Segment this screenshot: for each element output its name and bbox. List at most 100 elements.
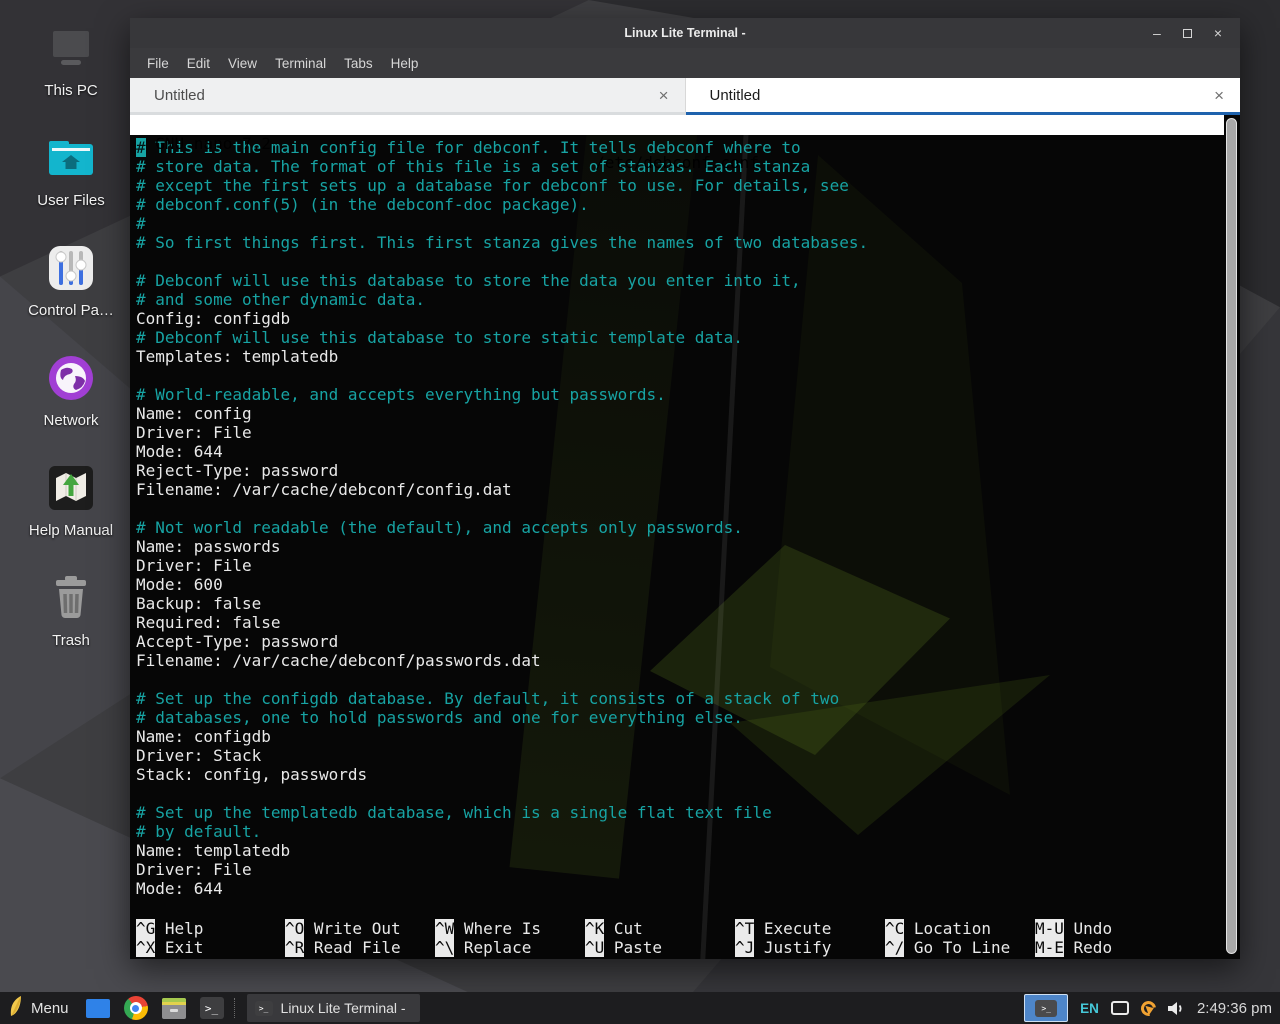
- menu-item-file[interactable]: File: [138, 48, 178, 78]
- task-button-linux-lite-terminal[interactable]: >_ Linux Lite Terminal -: [247, 994, 420, 1022]
- nano-titlebar: GNU nano 7.2 /etc/debconf.conf: [130, 115, 1224, 135]
- keyboard-layout-indicator[interactable]: EN: [1080, 1001, 1099, 1016]
- shortcut-key: ^U: [585, 938, 604, 957]
- terminal-line: [136, 499, 1214, 518]
- desktop-icon-list: This PC User Files Control Pa… Network H…: [10, 14, 132, 674]
- tab-close-icon[interactable]: ×: [1214, 87, 1224, 104]
- desktop-icon-help-manual[interactable]: Help Manual: [10, 454, 132, 564]
- terminal-line: Templates: templatedb: [136, 347, 1214, 366]
- shortcut-key: ^J: [735, 938, 754, 957]
- terminal-icon: >_: [200, 997, 224, 1019]
- shortcut-key: ^C: [885, 919, 904, 938]
- chrome-launcher[interactable]: [123, 995, 149, 1021]
- nano-shortcut: M-U Undo: [1035, 919, 1214, 938]
- folder-home-icon: [47, 132, 95, 184]
- linux-lite-feather-icon: [8, 995, 24, 1022]
- network-globe-icon: [47, 352, 95, 404]
- terminal-window: Linux Lite Terminal - – × FileEditViewTe…: [130, 18, 1240, 959]
- file-manager-icon: [86, 999, 110, 1018]
- nano-shortcut: ^U Paste: [585, 938, 735, 957]
- nano-shortcut: ^C Location: [885, 919, 1035, 938]
- terminal-line: # databases, one to hold passwords and o…: [136, 708, 1214, 727]
- terminal-view[interactable]: GNU nano 7.2 /etc/debconf.conf # This is…: [130, 115, 1240, 959]
- shortcut-row-1: ^G Help^O Write Out^W Where Is^K Cut^T E…: [136, 919, 1214, 938]
- desktop-icon-this-pc[interactable]: This PC: [10, 14, 132, 124]
- scrollbar-thumb[interactable]: [1227, 119, 1236, 953]
- start-menu-label: Menu: [31, 1000, 69, 1017]
- desktop-icon-label: Trash: [52, 632, 90, 649]
- terminal-line: Mode: 644: [136, 442, 1214, 461]
- terminal-line: # Not world readable (the default), and …: [136, 518, 1214, 537]
- terminal-scrollbar[interactable]: [1226, 118, 1237, 954]
- terminal-launcher[interactable]: >_: [199, 995, 225, 1021]
- tab-label: Untitled: [154, 87, 205, 104]
- terminal-line: [136, 366, 1214, 385]
- window-titlebar[interactable]: Linux Lite Terminal - – ×: [130, 18, 1240, 48]
- nano-buffer[interactable]: # This is the main config file for debco…: [130, 135, 1240, 898]
- terminal-line: Driver: File: [136, 860, 1214, 879]
- file-manager-launcher[interactable]: [85, 995, 111, 1021]
- terminal-line: # World-readable, and accepts everything…: [136, 385, 1214, 404]
- terminal-line: Accept-Type: password: [136, 632, 1214, 651]
- shortcut-key: ^W: [435, 919, 454, 938]
- terminal-line: Name: configdb: [136, 727, 1214, 746]
- shortcut-key: ^T: [735, 919, 754, 938]
- desktop-icon-network[interactable]: Network: [10, 344, 132, 454]
- desktop-icon-user-files[interactable]: User Files: [10, 124, 132, 234]
- terminal-line: # except the first sets up a database fo…: [136, 176, 1214, 195]
- terminal-line: # Debconf will use this database to stor…: [136, 271, 1214, 290]
- tray-terminal-indicator[interactable]: >_: [1024, 994, 1068, 1022]
- computer-icon: [47, 22, 95, 74]
- terminal-line: Mode: 600: [136, 575, 1214, 594]
- tab-bar: Untitled × Untitled ×: [130, 78, 1240, 115]
- tab-label: Untitled: [710, 87, 761, 104]
- terminal-line: # by default.: [136, 822, 1214, 841]
- terminal-line: #: [136, 214, 1214, 233]
- clock[interactable]: 2:49:36 pm: [1197, 1000, 1272, 1017]
- nano-shortcut: ^\ Replace: [435, 938, 585, 957]
- menu-item-view[interactable]: View: [219, 48, 266, 78]
- desktop-icon-trash[interactable]: Trash: [10, 564, 132, 674]
- desktop: This PC User Files Control Pa… Network H…: [0, 0, 1280, 1024]
- nano-shortcut: ^K Cut: [585, 919, 735, 938]
- start-menu-button[interactable]: Menu: [0, 992, 79, 1024]
- nano-shortcut: ^G Help: [136, 919, 285, 938]
- close-icon[interactable]: ×: [1214, 26, 1222, 40]
- terminal-line: # debconf.conf(5) (in the debconf-doc pa…: [136, 195, 1214, 214]
- updates-icon[interactable]: [1138, 998, 1159, 1019]
- desktop-icon-label: Network: [43, 412, 98, 429]
- tab-untitled-2[interactable]: Untitled ×: [686, 78, 1241, 115]
- menubar: FileEditViewTerminalTabsHelp: [130, 48, 1240, 78]
- tab-close-icon[interactable]: ×: [659, 87, 669, 104]
- terminal-line: Driver: Stack: [136, 746, 1214, 765]
- nano-shortcut: M-E Redo: [1035, 938, 1214, 957]
- terminal-line: Filename: /var/cache/debconf/passwords.d…: [136, 651, 1214, 670]
- maximize-icon[interactable]: [1183, 29, 1192, 38]
- system-tray: >_ EN 2:49:36 pm: [1024, 994, 1280, 1022]
- shortcut-key: ^O: [285, 919, 304, 938]
- desktop-icon-label: Help Manual: [29, 522, 113, 539]
- tab-untitled-1[interactable]: Untitled ×: [130, 78, 686, 115]
- menu-item-terminal[interactable]: Terminal: [266, 48, 335, 78]
- terminal-line: # Debconf will use this database to stor…: [136, 328, 1214, 347]
- archive-launcher[interactable]: [161, 995, 187, 1021]
- display-settings-icon[interactable]: [1111, 1001, 1129, 1015]
- nano-shortcut: ^T Execute: [735, 919, 885, 938]
- terminal-line: [136, 252, 1214, 271]
- minimize-icon[interactable]: –: [1153, 26, 1161, 40]
- menu-item-help[interactable]: Help: [382, 48, 428, 78]
- window-title: Linux Lite Terminal -: [130, 26, 1240, 40]
- chrome-icon: [124, 996, 148, 1020]
- terminal-line: # Set up the templatedb database, which …: [136, 803, 1214, 822]
- desktop-icon-label: User Files: [37, 192, 105, 209]
- menu-item-edit[interactable]: Edit: [178, 48, 219, 78]
- volume-icon[interactable]: [1168, 1001, 1185, 1016]
- archive-icon: [162, 998, 186, 1019]
- desktop-icon-label: This PC: [44, 82, 97, 99]
- desktop-icon-control-panel[interactable]: Control Pa…: [10, 234, 132, 344]
- terminal-icon: >_: [255, 1001, 273, 1016]
- terminal-line: # and some other dynamic data.: [136, 290, 1214, 309]
- menu-item-tabs[interactable]: Tabs: [335, 48, 382, 78]
- terminal-line: Config: configdb: [136, 309, 1214, 328]
- terminal-line: Backup: false: [136, 594, 1214, 613]
